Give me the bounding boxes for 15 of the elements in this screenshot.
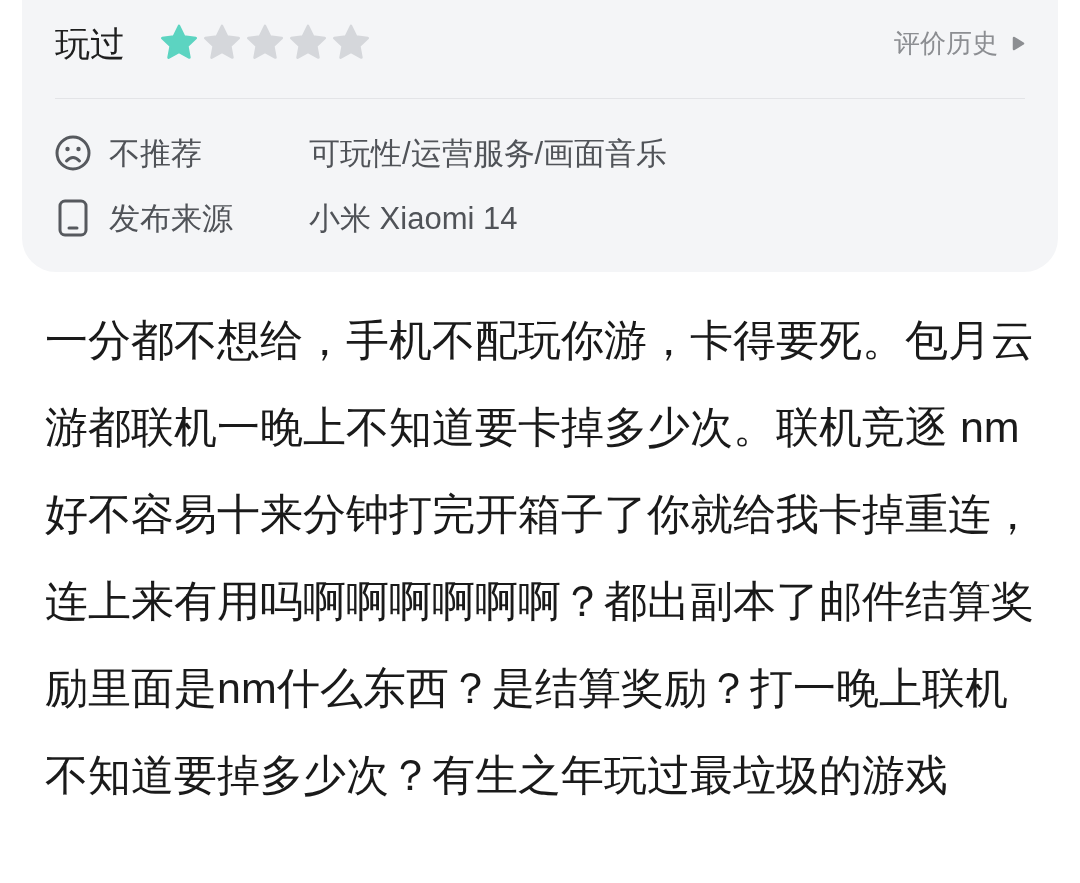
star-icon (331, 24, 371, 62)
detail-value: 可玩性/运营服务/画面音乐 (309, 137, 668, 169)
detail-value: 小米 Xiaomi 14 (309, 202, 518, 234)
star-icon (245, 24, 285, 62)
phone-icon (58, 199, 88, 237)
play-status: 玩过 (55, 25, 125, 61)
play-triangle-icon (1012, 35, 1025, 51)
star-icon (288, 24, 328, 62)
sad-face-icon (55, 135, 91, 171)
review-history-link[interactable]: 评价历史 (894, 30, 1025, 56)
review-text: 一分都不想给，手机不配玩你游，卡得要死。包月云游都联机一晚上不知道要卡掉多少次。联机竞逐 nm好不容易十来分钟打完开箱子了你就给我卡掉重连，连上来有用吗啊啊啊啊啊啊？都出副本了邮件结算奖励里面是nm什么东西？是结算奖励？打一晚上联机不知道要掉多少次？有生之年玩过最垃圾的游戏 (45, 315, 1035, 801)
detail-label: 发布来源 (109, 202, 234, 234)
star-icon (202, 24, 242, 62)
star-icon (159, 24, 199, 62)
detail-label: 不推荐 (109, 137, 203, 169)
